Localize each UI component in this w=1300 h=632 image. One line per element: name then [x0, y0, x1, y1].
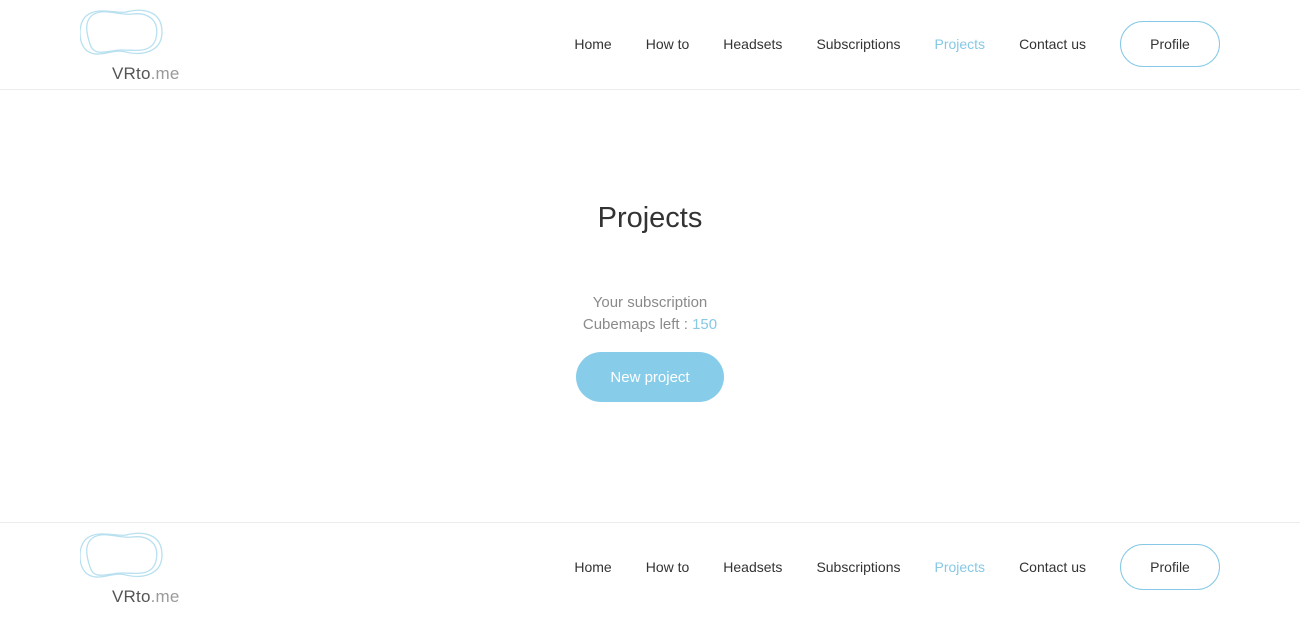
page-title: Projects [597, 202, 703, 234]
footer-headset-logo-icon [80, 532, 163, 578]
footer-nav-home[interactable]: Home [574, 559, 611, 575]
nav-projects[interactable]: Projects [934, 36, 985, 52]
footer-nav-headsets[interactable]: Headsets [723, 559, 782, 575]
headset-logo-icon [80, 9, 163, 55]
footer-nav-how-to[interactable]: How to [646, 559, 690, 575]
logo-text: VRto.me [112, 64, 180, 83]
footer-nav: Home How to Headsets Subscriptions Proje… [574, 523, 1220, 611]
nav-headsets[interactable]: Headsets [723, 36, 782, 52]
subscription-label: Your subscription [592, 294, 708, 311]
cubemaps-count: 150 [692, 316, 718, 333]
nav-how-to[interactable]: How to [646, 36, 690, 52]
nav-contact-us[interactable]: Contact us [1019, 36, 1086, 52]
footer-nav-projects[interactable]: Projects [934, 559, 985, 575]
new-project-button[interactable]: New project [576, 352, 724, 402]
header: VRto.me Home How to Headsets Subscriptio… [0, 0, 1300, 90]
logo-link[interactable]: VRto.me [80, 8, 190, 86]
footer-profile-button[interactable]: Profile [1120, 544, 1220, 590]
footer: VRto.me Home How to Headsets Subscriptio… [0, 522, 1300, 632]
cubemaps-left: Cubemaps left : 150 [0, 316, 1300, 333]
profile-button[interactable]: Profile [1120, 21, 1220, 67]
main-nav: Home How to Headsets Subscriptions Proje… [574, 0, 1220, 88]
footer-logo-link[interactable]: VRto.me [80, 531, 190, 609]
cubemaps-label: Cubemaps left : [582, 316, 693, 333]
footer-nav-subscriptions[interactable]: Subscriptions [816, 559, 900, 575]
main-content: Projects Your subscription Cubemaps left… [0, 90, 1300, 522]
footer-logo-text: VRto.me [112, 587, 180, 606]
nav-subscriptions[interactable]: Subscriptions [816, 36, 900, 52]
nav-home[interactable]: Home [574, 36, 611, 52]
page: VRto.me Home How to Headsets Subscriptio… [0, 0, 1300, 632]
footer-nav-contact-us[interactable]: Contact us [1019, 559, 1086, 575]
